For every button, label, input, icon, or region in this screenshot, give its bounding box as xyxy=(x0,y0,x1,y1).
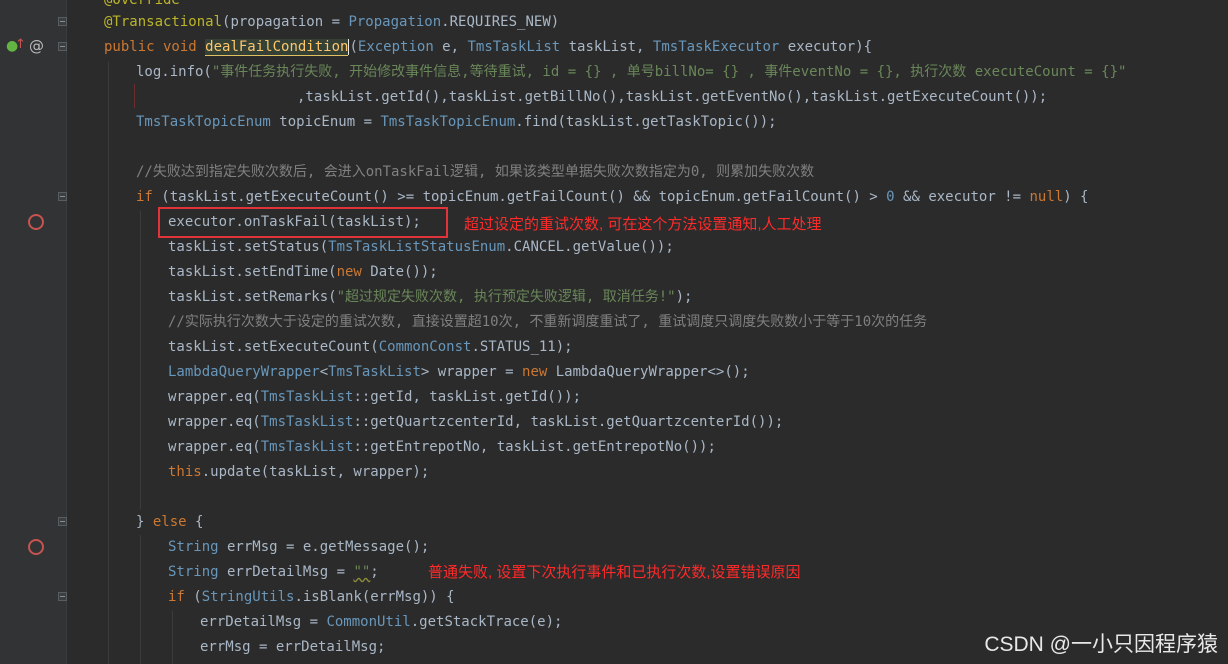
breakpoint-icon[interactable] xyxy=(28,539,44,555)
editor-gutter[interactable]: ● ↑ @ xyxy=(0,0,67,664)
code-line: wrapper.eq(TmsTaskList::getQuartzcenterI… xyxy=(168,414,784,430)
code-line: log.info("事件任务执行失败, 开始修改事件信息,等待重试, id = … xyxy=(136,64,1127,80)
code-line: String errDetailMsg = ""; xyxy=(168,564,379,580)
indent-guide xyxy=(172,610,173,664)
indent-guide xyxy=(108,62,109,664)
code-line: errDetailMsg = CommonUtil.getStackTrace(… xyxy=(200,614,563,630)
code-line: public void dealFailCondition(Exception … xyxy=(104,39,873,56)
code-line: taskList.setStatus(TmsTaskListStatusEnum… xyxy=(168,239,674,255)
implements-arrow-icon[interactable]: ↑ xyxy=(15,37,26,52)
code-line: taskList.setEndTime(new Date()); xyxy=(168,264,438,280)
code-line: wrapper.eq(TmsTaskList::getId, taskList.… xyxy=(168,389,582,405)
indent-guide xyxy=(140,535,141,664)
at-annotation-icon[interactable]: @ xyxy=(29,37,44,55)
code-line: @Transactional(propagation = Propagation… xyxy=(104,14,560,30)
code-line: LambdaQueryWrapper<TmsTaskList> wrapper … xyxy=(168,364,750,380)
highlight-box xyxy=(158,207,448,238)
code-line: errMsg = errDetailMsg; xyxy=(200,639,386,655)
breakpoint-icon[interactable] xyxy=(28,214,44,230)
code-line: ,taskList.getId(),taskList.getBillNo(),t… xyxy=(297,89,1048,105)
code-line: if (StringUtils.isBlank(errMsg)) { xyxy=(168,589,455,605)
code-line: } else { xyxy=(136,514,204,530)
code-editor[interactable]: @Override @Transactional(propagation = P… xyxy=(66,0,1228,664)
indent-guide xyxy=(140,210,141,510)
code-line: //失败达到指定失败次数后, 会进入onTaskFail逻辑, 如果该类型单据失… xyxy=(136,164,815,180)
code-line: //实际执行次数大于设定的重试次数, 直接设置超10次, 不重新调度重试了, 重… xyxy=(168,314,928,330)
annotation-note: 普通失败, 设置下次执行事件和已执行次数,设置错误原因 xyxy=(428,564,801,581)
code-line: this.update(taskList, wrapper); xyxy=(168,464,430,480)
method-name-highlight: dealFailCondition xyxy=(205,39,349,56)
margin-marker xyxy=(134,84,135,108)
code-line: String errMsg = e.getMessage(); xyxy=(168,539,430,555)
code-line: wrapper.eq(TmsTaskList::getEntrepotNo, t… xyxy=(168,439,716,455)
annotation-note: 超过设定的重试次数, 可在这个方法设置通知,人工处理 xyxy=(464,216,822,233)
code-line: taskList.setExecuteCount(CommonConst.STA… xyxy=(168,339,573,355)
code-line: taskList.setRemarks("超过规定失败次数, 执行预定失败逻辑,… xyxy=(168,289,693,305)
watermark: CSDN @一小只因程序猿 xyxy=(984,633,1218,656)
code-line: TmsTaskTopicEnum topicEnum = TmsTaskTopi… xyxy=(136,114,777,130)
